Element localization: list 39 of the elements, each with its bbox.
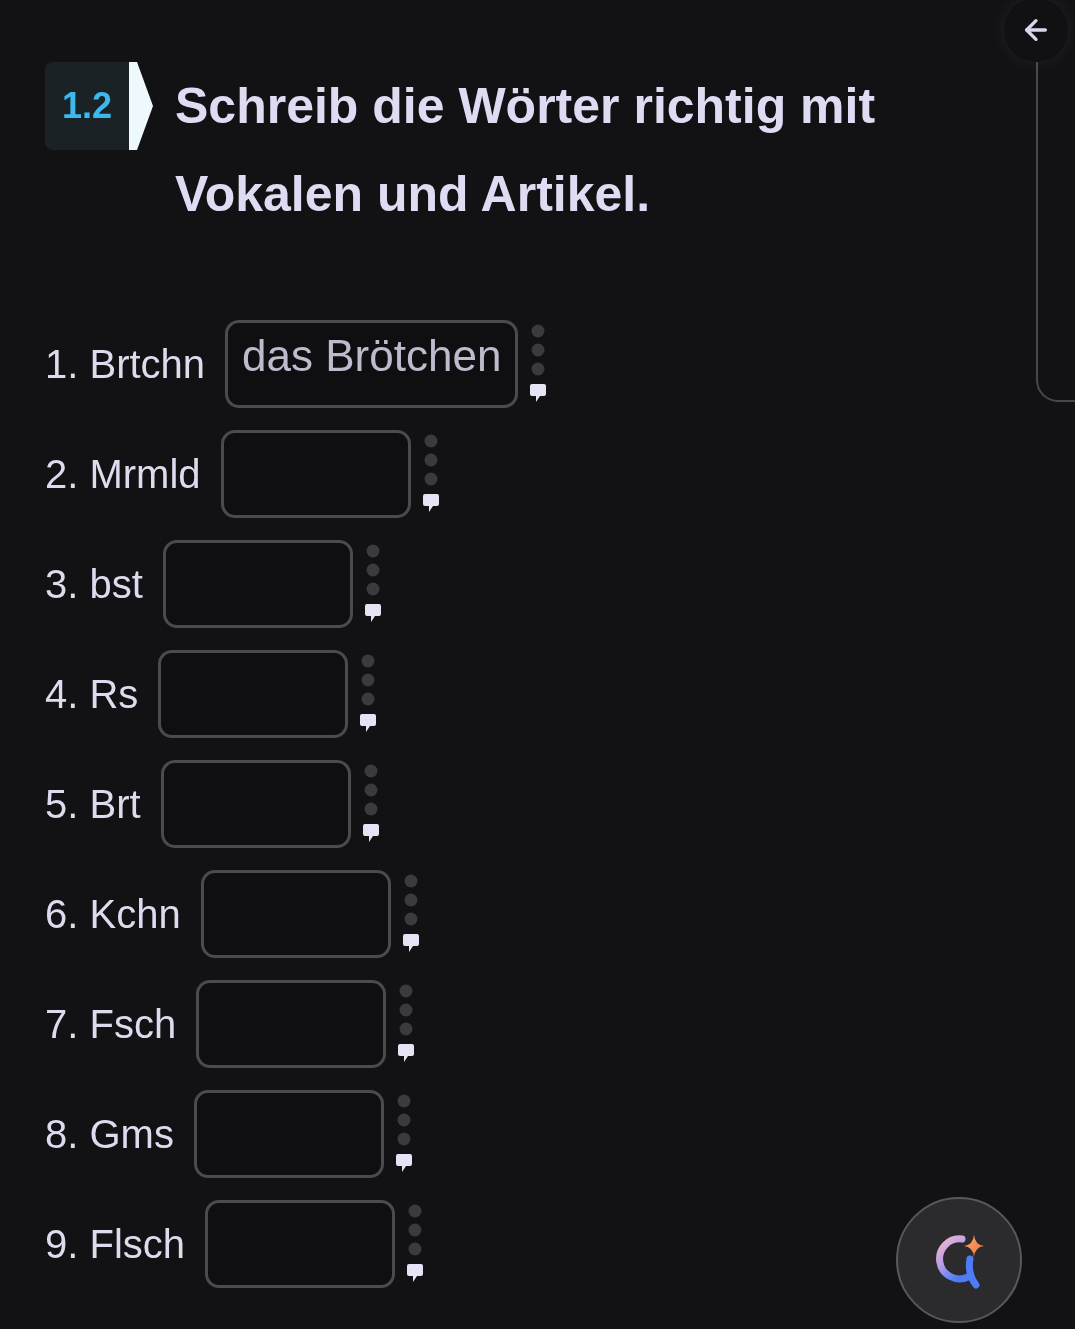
word-prompt: 1. Brtchn (45, 341, 206, 388)
answer-field[interactable] (160, 760, 351, 848)
word-prompt: 7. Fsch (45, 1001, 177, 1048)
answer-field[interactable] (205, 1200, 396, 1288)
badge-arrow-icon (129, 62, 153, 150)
answer-field[interactable] (193, 1090, 384, 1178)
exercise-title: Schreib die Wörter richtig mit Vokalen und Artikel. (175, 77, 877, 224)
answer-field[interactable] (220, 430, 411, 518)
dots-icon[interactable] (423, 434, 438, 486)
speech-bubble-icon[interactable] (398, 1044, 415, 1062)
dots-icon[interactable] (363, 764, 378, 816)
answer-field[interactable] (200, 870, 391, 958)
speech-bubble-icon[interactable] (530, 384, 547, 402)
speech-bubble-icon[interactable] (395, 1154, 412, 1172)
word-prompt: 2. Mrmld (45, 451, 201, 498)
answer-field[interactable] (162, 540, 353, 628)
dots-icon[interactable] (396, 1094, 411, 1146)
speech-bubble-icon[interactable] (362, 824, 379, 842)
dots-icon[interactable] (408, 1204, 423, 1256)
dots-icon[interactable] (399, 984, 414, 1036)
answer-field[interactable]: das Brötchen (225, 320, 519, 408)
dots-icon[interactable] (531, 324, 546, 376)
word-prompt: 9. Flsch (45, 1221, 186, 1268)
word-prompt: 5. Brt (45, 781, 141, 828)
word-prompt: 3. bst (45, 561, 143, 608)
word-prompt: 4. Rs (45, 671, 139, 718)
speech-bubble-icon[interactable] (422, 494, 439, 512)
dots-icon[interactable] (403, 874, 418, 926)
speech-bubble-icon[interactable] (360, 714, 377, 732)
word-prompt: 8. Gms (45, 1111, 174, 1158)
dots-icon[interactable] (365, 544, 380, 596)
speech-bubble-icon[interactable] (364, 604, 381, 622)
exercise-number-badge: 1.2 (45, 62, 129, 150)
speech-bubble-icon[interactable] (402, 934, 419, 952)
word-prompt: 6. Kchn (45, 891, 181, 938)
answer-field[interactable] (196, 980, 387, 1068)
answer-field[interactable] (158, 650, 349, 738)
speech-bubble-icon[interactable] (407, 1264, 424, 1282)
dots-icon[interactable] (361, 654, 376, 706)
